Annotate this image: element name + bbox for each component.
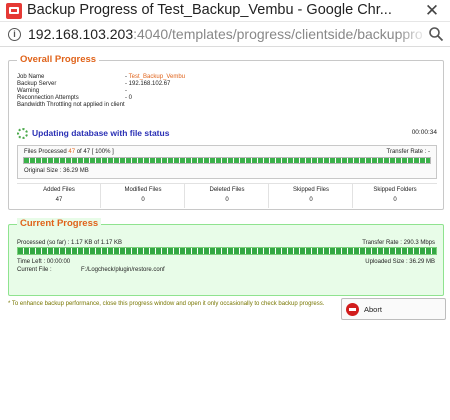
current-progress-fill	[18, 248, 436, 254]
elapsed-time: 00:00:34	[411, 129, 437, 136]
stat-label: Deleted Files	[209, 187, 245, 193]
files-processed-box: Files Processed 47 of 47 [ 100% ] Transf…	[17, 145, 437, 179]
stat-value: 0	[393, 197, 397, 203]
original-size: Original Size : 36.29 MB	[24, 168, 89, 174]
backup-server-row: Backup Server - 192.168.102.67	[17, 81, 170, 87]
info-icon[interactable]: i	[8, 28, 21, 41]
backup-server-label: Backup Server	[17, 81, 57, 87]
overall-progress-legend: Overall Progress	[17, 54, 100, 65]
url-fade	[398, 24, 428, 44]
job-name-label: Job Name	[17, 74, 45, 80]
job-name-row: Job Name - Test_Backup_Vembu	[17, 74, 185, 80]
warning-label: Warning	[17, 88, 40, 94]
uploaded-size: Uploaded Size : 36.29 MB	[365, 259, 435, 265]
stat-value: 0	[309, 197, 313, 203]
stat-skipped-files: Skipped Files 0	[269, 184, 353, 208]
files-processed-label: Files Processed 47 of 47 [ 100% ]	[24, 149, 114, 155]
current-transfer-rate: Transfer Rate : 290.3 Mbps	[362, 240, 435, 246]
stat-value: 47	[55, 197, 63, 203]
abort-button[interactable]: Abort	[341, 298, 446, 320]
files-processed-suffix: of 47 [ 100% ]	[76, 149, 114, 155]
file-stats: Added Files 47 Modified Files 0 Deleted …	[17, 183, 437, 208]
current-progress-legend: Current Progress	[17, 218, 102, 229]
url-host: 192.168.103.203	[28, 26, 134, 42]
throttling-text: Bandwidth Throttling not applied in clie…	[17, 102, 125, 108]
chrome-window-icon	[6, 3, 22, 19]
current-progress-bar	[17, 247, 437, 255]
current-file-value: F:/Logcheck/plugin/restore.conf	[81, 267, 165, 273]
overall-transfer-rate: Transfer Rate : -	[386, 149, 430, 155]
stat-label: Added Files	[43, 187, 75, 193]
stat-modified-files: Modified Files 0	[101, 184, 185, 208]
files-processed-count: 47	[68, 149, 76, 155]
zoom-icon[interactable]	[428, 26, 444, 42]
files-processed-prefix: Files Processed	[24, 149, 67, 155]
overall-progress-fill	[24, 158, 430, 163]
stat-value: 0	[141, 197, 145, 203]
current-file-row: Current File : F:/Logcheck/plugin/restore…	[17, 267, 165, 273]
address-bar[interactable]: i 192.168.103.203:4040/templates/progres…	[0, 22, 450, 47]
window-titlebar: Backup Progress of Test_Backup_Vembu - G…	[0, 0, 450, 22]
status-text: Updating database with file status	[32, 128, 170, 138]
spinner-icon	[17, 128, 28, 139]
url-path: :4040/templates/progress/clientside/back…	[133, 26, 423, 42]
job-name-value: Test_Backup_Vembu	[128, 74, 186, 80]
processed-so-far: Processed (so far) : 1.17 KB of 1.17 KB	[17, 240, 123, 246]
throttling-row: Bandwidth Throttling not applied in clie…	[17, 102, 125, 108]
stat-skipped-folders: Skipped Folders 0	[353, 184, 437, 208]
overall-progress-panel: Overall Progress Job Name - Test_Backup_V…	[8, 54, 444, 210]
abort-icon	[346, 303, 359, 316]
overall-progress-bar	[23, 157, 431, 164]
abort-label: Abort	[364, 305, 382, 314]
current-file-label: Current File :	[17, 267, 52, 273]
close-window-button[interactable]: ✕	[414, 0, 450, 22]
performance-note: * To enhance backup performance, close t…	[8, 301, 325, 307]
warning-row: Warning -	[17, 88, 129, 94]
url-text[interactable]: 192.168.103.203:4040/templates/progress/…	[28, 26, 423, 42]
stat-value: 0	[225, 197, 229, 203]
stat-label: Skipped Files	[292, 187, 330, 193]
reconnection-row: Reconnection Attempts - 0	[17, 95, 132, 101]
reconnection-value: 0	[128, 95, 133, 101]
stat-added-files: Added Files 47	[17, 184, 101, 208]
time-left: Time Left : 00:00:00	[17, 259, 71, 265]
stat-label: Modified Files	[124, 187, 162, 193]
window-title: Backup Progress of Test_Backup_Vembu - G…	[27, 2, 392, 18]
warning-sep: -	[125, 88, 129, 94]
current-progress-panel: Current Progress Processed (so far) : 1.…	[8, 218, 444, 296]
backup-server-value: 192.168.102.67	[128, 81, 171, 87]
stat-label: Skipped Folders	[373, 187, 417, 193]
reconnection-label: Reconnection Attempts	[17, 95, 79, 101]
stat-deleted-files: Deleted Files 0	[185, 184, 269, 208]
status-line: Updating database with file status 00:00…	[17, 128, 437, 140]
